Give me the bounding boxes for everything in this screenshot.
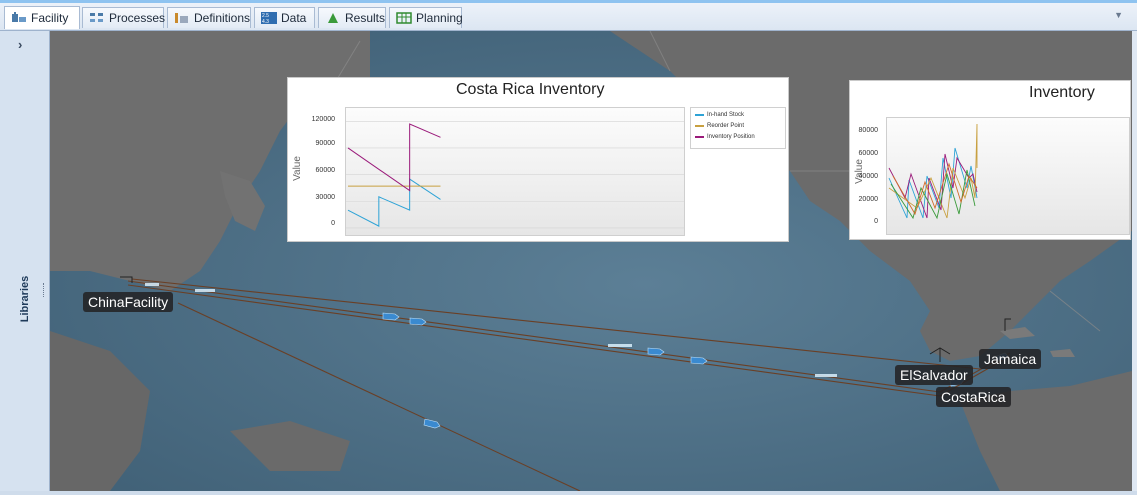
shipment-marker bbox=[815, 374, 837, 377]
chart-plot-area bbox=[886, 117, 1130, 235]
data-icon: 2.5 4.3 bbox=[261, 12, 277, 25]
node-label-jamaica[interactable]: Jamaica bbox=[979, 349, 1042, 369]
legend-item: In-hand Stock bbox=[695, 112, 744, 118]
tab-facility[interactable]: Facility bbox=[4, 6, 80, 29]
libraries-label[interactable]: Libraries bbox=[19, 254, 31, 344]
expand-sidebar-chevron-icon[interactable]: › bbox=[18, 37, 22, 52]
chart-plot-svg bbox=[346, 121, 684, 229]
costa-rica-inventory-chart[interactable]: Costa Rica Inventory Value 120000 90000 … bbox=[287, 77, 789, 242]
shipment-marker bbox=[608, 344, 632, 347]
y-tick: 60000 bbox=[315, 167, 335, 174]
shipment-marker bbox=[195, 289, 215, 292]
series-line-inventory-position bbox=[347, 123, 441, 192]
y-tick: 0 bbox=[874, 218, 878, 225]
chart-title: Inventory bbox=[1029, 84, 1095, 101]
tab-planning[interactable]: Planning bbox=[389, 7, 463, 28]
y-tick: 120000 bbox=[311, 116, 335, 123]
tab-label: Processes bbox=[109, 11, 166, 25]
legend-item: Inventory Position bbox=[695, 134, 755, 140]
tab-label: Definitions bbox=[194, 11, 251, 25]
node-label-chinafacility[interactable]: ChinaFacility bbox=[83, 292, 174, 312]
tab-overflow-chevron-icon[interactable]: ▼ bbox=[1114, 10, 1123, 20]
legend-swatch bbox=[695, 114, 704, 116]
legend-label: In-hand Stock bbox=[707, 112, 745, 118]
tab-definitions[interactable]: Definitions bbox=[167, 7, 251, 28]
chart-title: Costa Rica Inventory bbox=[456, 81, 605, 98]
inventory-chart[interactable]: Inventory Value 80000 60000 40000 20000 … bbox=[849, 80, 1131, 240]
tab-bar: Facility Processes Definitions 2.5 4.3 Da… bbox=[0, 0, 1137, 31]
chart-legend: In-hand Stock Reorder Point Inventory Po… bbox=[690, 107, 786, 149]
legend-label: Reorder Point bbox=[707, 123, 745, 129]
node-label-costarica[interactable]: CostaRica bbox=[936, 387, 1011, 407]
y-tick: 20000 bbox=[858, 196, 878, 203]
results-icon bbox=[325, 12, 341, 24]
bottom-frame bbox=[0, 491, 1137, 495]
libraries-sidebar: › Libraries bbox=[0, 31, 50, 491]
legend-swatch bbox=[695, 136, 704, 138]
tab-label: Planning bbox=[416, 11, 463, 25]
y-tick: 40000 bbox=[858, 173, 878, 180]
tab-bar-accent bbox=[0, 0, 1137, 3]
sidebar-grip-handle[interactable] bbox=[43, 283, 47, 297]
facility-icon bbox=[11, 12, 27, 24]
y-tick: 30000 bbox=[315, 194, 335, 201]
chart-plot-area bbox=[345, 107, 685, 236]
facility-map[interactable]: Costa Rica Inventory Value 120000 90000 … bbox=[50, 31, 1132, 491]
legend-item: Reorder Point bbox=[695, 123, 744, 129]
planning-icon bbox=[396, 12, 412, 24]
processes-icon bbox=[89, 12, 105, 24]
y-tick: 80000 bbox=[858, 127, 878, 134]
tab-results[interactable]: Results bbox=[318, 7, 386, 28]
svg-text:4.3: 4.3 bbox=[262, 19, 269, 24]
tab-data[interactable]: 2.5 4.3 Data bbox=[254, 7, 315, 28]
definitions-icon bbox=[174, 12, 190, 24]
inventory-lines-svg bbox=[888, 123, 978, 220]
legend-label: Inventory Position bbox=[707, 134, 755, 140]
shipment-marker bbox=[145, 283, 159, 286]
tab-label: Data bbox=[281, 11, 307, 25]
tab-label: Facility bbox=[31, 11, 69, 25]
node-label-elsalvador[interactable]: ElSalvador bbox=[895, 365, 973, 385]
tab-processes[interactable]: Processes bbox=[82, 7, 166, 28]
y-tick: 0 bbox=[331, 220, 335, 227]
chart-ylabel: Value bbox=[291, 156, 303, 181]
chart-ylabel: Value bbox=[853, 159, 865, 184]
y-tick: 90000 bbox=[315, 140, 335, 147]
legend-swatch bbox=[695, 125, 704, 127]
tab-label: Results bbox=[345, 11, 386, 25]
y-tick: 60000 bbox=[858, 150, 878, 157]
